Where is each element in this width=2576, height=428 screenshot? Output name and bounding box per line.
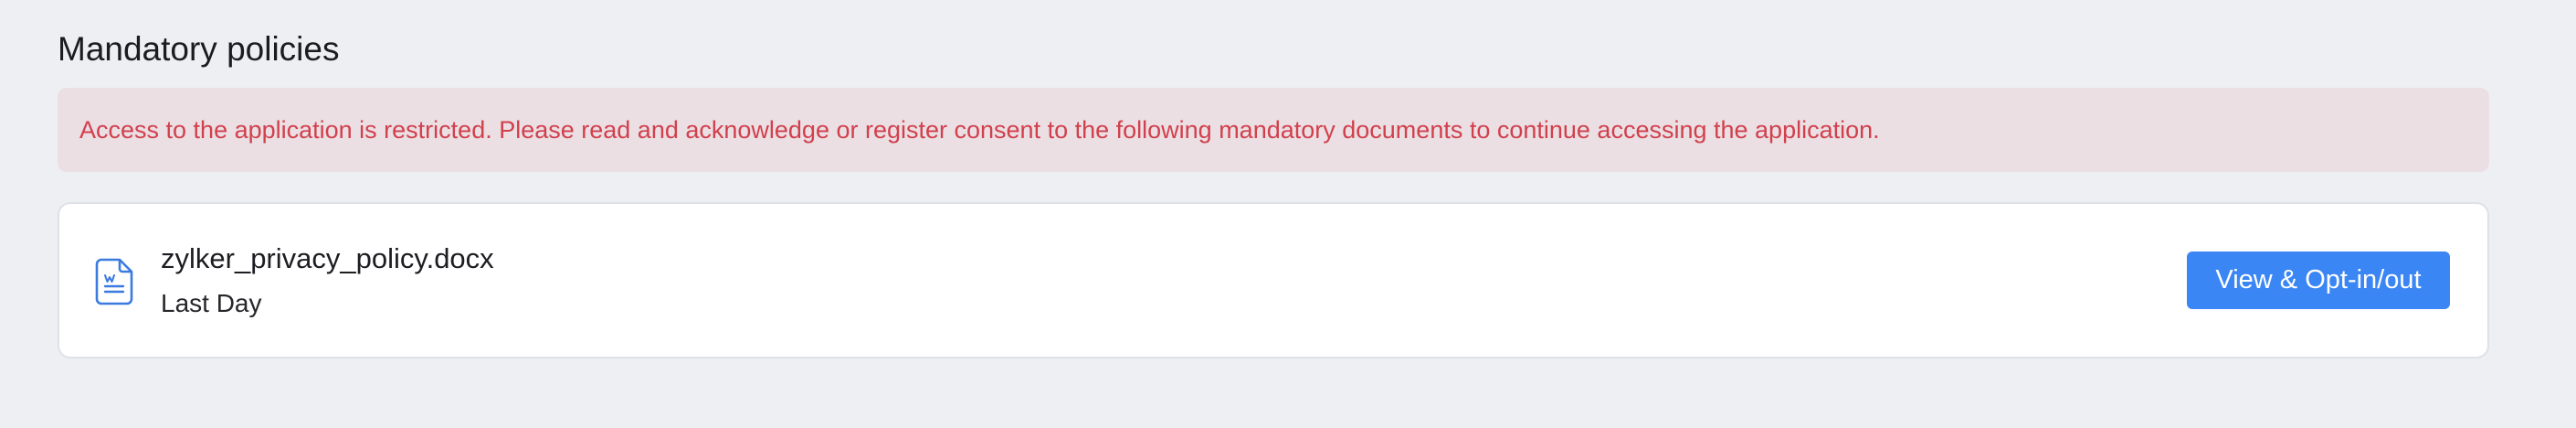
restriction-alert: Access to the application is restricted.… (58, 88, 2489, 172)
alert-message: Access to the application is restricted.… (79, 116, 1880, 144)
word-document-icon (94, 258, 134, 305)
document-deadline: Last Day (161, 289, 262, 317)
view-opt-in-out-button[interactable]: View & Opt-in/out (2187, 251, 2450, 309)
page-title: Mandatory policies (58, 30, 340, 68)
document-file-name[interactable]: zylker_privacy_policy.docx (161, 241, 494, 277)
document-card: zylker_privacy_policy.docx Last Day View… (58, 202, 2489, 358)
